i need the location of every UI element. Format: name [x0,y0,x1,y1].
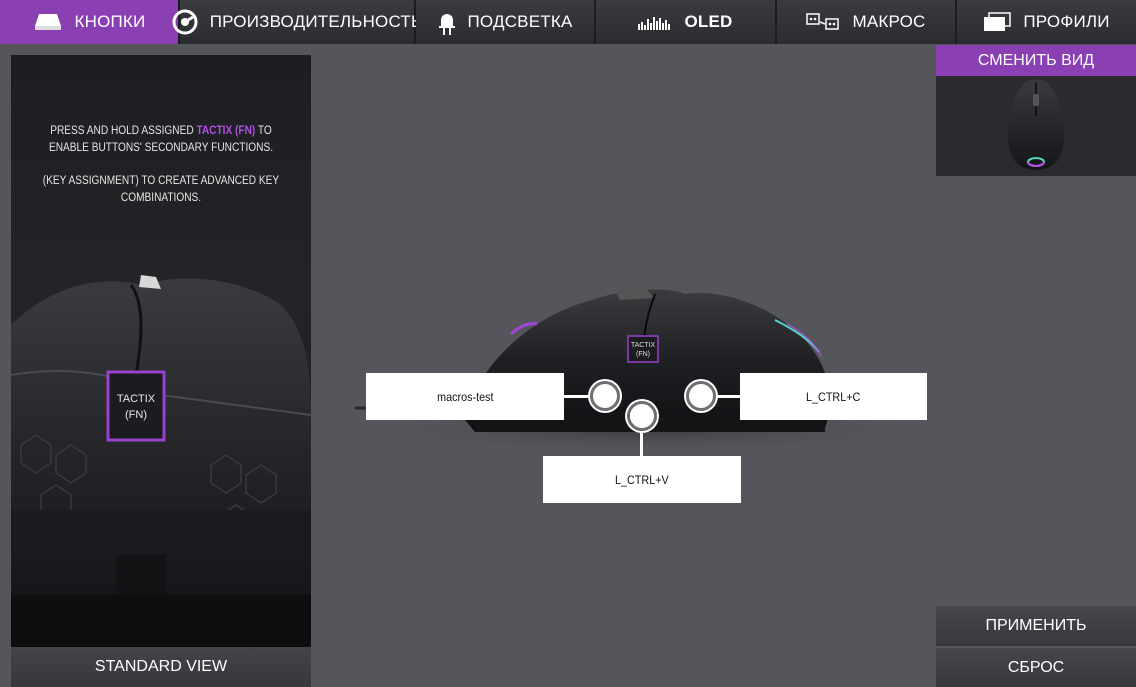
side-button-1-hotspot[interactable] [590,381,620,411]
standard-view-label: STANDARD VIEW [94,658,228,675]
top-tab-bar: КНОПКИ ПРОИЗВОДИТЕЛЬНОСТЬ ПОДСВЕТКА OLED… [0,0,1136,44]
assignment-bottom-label: L_CTRL+V [615,472,669,487]
standard-view-button[interactable]: STANDARD VIEW [11,647,311,687]
apply-button[interactable]: ПРИМЕНИТЬ [936,606,1136,646]
connector-right [714,395,740,398]
left-tactix-line2: (FN) [125,409,147,421]
info-line2: ENABLE BUTTONS' SECONDARY FUNCTIONS. [48,142,274,154]
keycap-icon [33,11,63,33]
tab-profiles[interactable]: ПРОФИЛИ [957,0,1136,44]
center-tactix-line1: TACTIX [631,342,656,349]
tab-oled[interactable]: OLED [596,0,777,44]
switch-view-label: СМЕНИТЬ ВИД [977,51,1095,69]
assignment-left[interactable]: macros-test [366,373,564,420]
center-tactix-line2: (FN) [636,351,650,358]
assignment-right[interactable]: L_CTRL+C [740,373,927,420]
apply-label: ПРИМЕНИТЬ [985,617,1087,634]
tab-performance[interactable]: ПРОИЗВОДИТЕЛЬНОСТЬ [172,0,422,44]
gauge-icon [172,9,198,35]
tab-label: МАКРОС [852,12,926,31]
profiles-icon [983,12,1012,32]
info-line1-pre: PRESS AND HOLD ASSIGNED [50,125,197,137]
tab-label: OLED [684,12,733,31]
mouse-top-preview[interactable] [936,76,1136,176]
tab-label: ПРОФИЛИ [1023,12,1110,31]
switch-view-button[interactable]: СМЕНИТЬ ВИД [936,45,1136,76]
tab-label: ПОДСВЕТКА [467,12,573,31]
led-icon [438,8,456,36]
reset-label: СБРОС [1007,658,1065,676]
left-tactix-line1: TACTIX [117,393,156,405]
connector-bottom [640,430,643,456]
mouse-top-preview-image [1008,79,1064,170]
assignment-left-label: macros-test [436,389,494,404]
tab-label: КНОПКИ [74,12,146,31]
info-highlight: TACTIX (FN) [196,125,256,137]
reset-button[interactable]: СБРОС [936,648,1136,687]
tab-macro[interactable]: МАКРОС [777,0,957,44]
connector-left [564,395,590,398]
fn-instructions: PRESS AND HOLD ASSIGNED TACTIX (FN) TO E… [29,123,293,207]
tab-buttons[interactable]: КНОПКИ [0,0,180,44]
oled-bars-icon [638,14,672,30]
assignment-right-label: L_CTRL+C [806,389,861,404]
info-line3: (KEY ASSIGNMENT) TO CREATE ADVANCED KEY … [42,175,280,204]
assignment-bottom[interactable]: L_CTRL+V [543,456,741,503]
mouse-side-closeup-image: TACTIX (FN) [11,275,311,647]
macro-keys-icon [806,12,840,32]
tab-label: ПРОИЗВОДИТЕЛЬНОСТЬ [209,12,423,31]
side-button-3-hotspot[interactable] [686,381,716,411]
info-line1-post: TO [255,125,272,137]
side-button-2-hotspot[interactable] [627,401,657,431]
fn-info-panel: PRESS AND HOLD ASSIGNED TACTIX (FN) TO E… [11,55,311,647]
tab-lighting[interactable]: ПОДСВЕТКА [416,0,596,44]
mouse-side-image: TACTIX (FN) [345,288,925,455]
